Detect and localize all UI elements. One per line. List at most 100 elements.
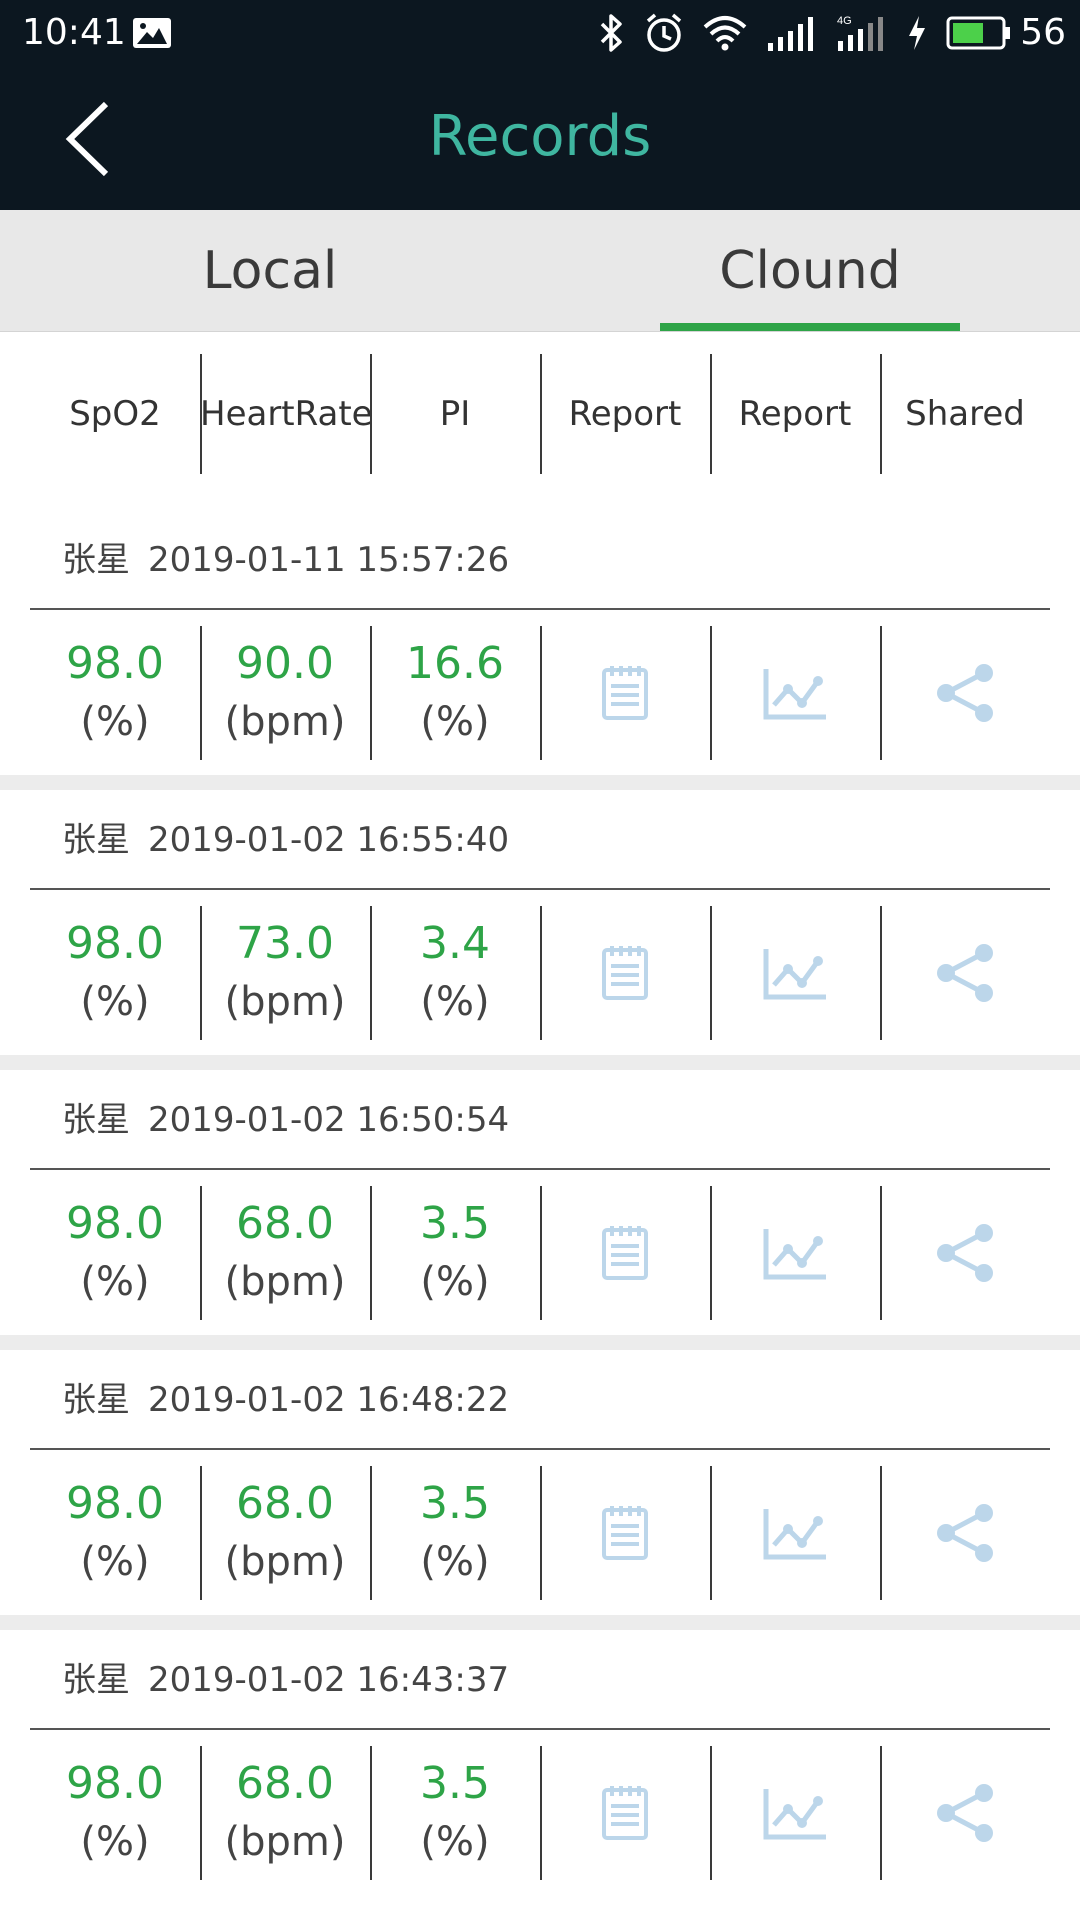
pi-value: 16.6 bbox=[406, 638, 504, 689]
tab-local-label: Local bbox=[202, 241, 338, 301]
pi-unit: (%) bbox=[420, 1819, 490, 1865]
report-icon bbox=[602, 1226, 648, 1280]
pi-cell: 3.5 (%) bbox=[370, 1746, 540, 1880]
record-datetime: 2019-01-02 16:50:54 bbox=[148, 1100, 510, 1140]
spo2-unit: (%) bbox=[80, 1539, 150, 1585]
chart-button[interactable] bbox=[710, 1746, 880, 1880]
heartrate-unit: (bpm) bbox=[224, 979, 346, 1025]
column-header-row: SpO2 HeartRate PI Report Report Shared bbox=[30, 354, 1050, 474]
report-button[interactable] bbox=[540, 626, 710, 760]
record-name: 张星 bbox=[62, 540, 130, 580]
chart-icon bbox=[763, 1509, 826, 1560]
report-icon bbox=[602, 666, 648, 720]
spo2-cell: 98.0 (%) bbox=[30, 1466, 200, 1600]
alarm-icon bbox=[647, 13, 682, 52]
pi-unit: (%) bbox=[420, 1539, 490, 1585]
spo2-unit: (%) bbox=[80, 699, 150, 745]
share-button[interactable] bbox=[880, 626, 1050, 760]
report-button[interactable] bbox=[540, 1466, 710, 1600]
column-header-report-chart: Report bbox=[710, 354, 880, 474]
spo2-cell: 98.0 (%) bbox=[30, 1186, 200, 1320]
heartrate-unit: (bpm) bbox=[224, 699, 346, 745]
records-list: 张星 2019-01-11 15:57:26 98.0 (%) 90.0 (bpm) … bbox=[0, 490, 1080, 1880]
page-title: Records bbox=[428, 104, 652, 169]
record-divider bbox=[30, 608, 1050, 610]
record-values: 98.0 (%) 90.0 (bpm) 16.6 (%) bbox=[30, 626, 1050, 760]
record-datetime: 2019-01-02 16:43:37 bbox=[148, 1660, 510, 1700]
pi-value: 3.4 bbox=[420, 918, 490, 969]
spo2-unit: (%) bbox=[80, 1259, 150, 1305]
report-icon bbox=[602, 1786, 648, 1840]
heartrate-cell: 68.0 (bpm) bbox=[200, 1186, 370, 1320]
svg-text:4G: 4G bbox=[837, 15, 852, 27]
heartrate-unit: (bpm) bbox=[224, 1539, 346, 1585]
heartrate-value: 68.0 bbox=[236, 1758, 334, 1809]
record-card: 张星 2019-01-02 16:43:37 98.0 (%) 68.0 (bpm) … bbox=[0, 1610, 1080, 1880]
share-button[interactable] bbox=[880, 1186, 1050, 1320]
pi-value: 3.5 bbox=[420, 1758, 490, 1809]
record-datetime: 2019-01-02 16:48:22 bbox=[148, 1380, 510, 1420]
charging-icon bbox=[909, 16, 926, 50]
record-name: 张星 bbox=[62, 820, 130, 860]
record-name: 张星 bbox=[62, 1660, 130, 1700]
heartrate-unit: (bpm) bbox=[224, 1819, 346, 1865]
spo2-value: 98.0 bbox=[66, 1198, 164, 1249]
record-values: 98.0 (%) 68.0 (bpm) 3.5 (%) bbox=[30, 1186, 1050, 1320]
battery-icon bbox=[946, 16, 1011, 50]
wifi-icon bbox=[703, 16, 747, 51]
active-tab-indicator bbox=[660, 323, 960, 331]
record-card: 张星 2019-01-02 16:48:22 98.0 (%) 68.0 (bpm) … bbox=[0, 1330, 1080, 1600]
pi-cell: 3.5 (%) bbox=[370, 1466, 540, 1600]
share-button[interactable] bbox=[880, 1466, 1050, 1600]
spo2-unit: (%) bbox=[80, 1819, 150, 1865]
4g-signal-icon: 4G bbox=[837, 15, 884, 51]
report-button[interactable] bbox=[540, 906, 710, 1040]
heartrate-value: 90.0 bbox=[236, 638, 334, 689]
record-datetime: 2019-01-11 15:57:26 bbox=[148, 540, 510, 580]
tab-cloud[interactable]: Clound bbox=[540, 210, 1080, 331]
record-name: 张星 bbox=[62, 1100, 130, 1140]
signal-icon bbox=[768, 17, 814, 51]
record-separator bbox=[0, 1335, 1080, 1350]
report-button[interactable] bbox=[540, 1746, 710, 1880]
tab-cloud-label: Clound bbox=[719, 241, 901, 301]
report-button[interactable] bbox=[540, 1186, 710, 1320]
chart-button[interactable] bbox=[710, 1466, 880, 1600]
share-icon bbox=[937, 1224, 993, 1282]
column-header-pi: PI bbox=[370, 354, 540, 474]
column-header-spo2: SpO2 bbox=[69, 394, 161, 434]
spo2-value: 98.0 bbox=[66, 1758, 164, 1809]
record-card: 张星 2019-01-11 15:57:26 98.0 (%) 90.0 (bpm) … bbox=[0, 490, 1080, 760]
share-icon bbox=[937, 1784, 993, 1842]
record-divider bbox=[30, 1168, 1050, 1170]
record-separator bbox=[0, 1055, 1080, 1070]
record-divider bbox=[30, 1728, 1050, 1730]
tab-local[interactable]: Local bbox=[0, 210, 540, 331]
chart-icon bbox=[763, 669, 826, 720]
chart-button[interactable] bbox=[710, 906, 880, 1040]
record-values: 98.0 (%) 68.0 (bpm) 3.5 (%) bbox=[30, 1466, 1050, 1600]
share-icon bbox=[937, 944, 993, 1002]
status-bar: 10:41 4G 56 bbox=[0, 0, 1080, 66]
record-name: 张星 bbox=[62, 1380, 130, 1420]
column-header-shared: Shared bbox=[880, 354, 1050, 474]
share-button[interactable] bbox=[880, 1746, 1050, 1880]
share-button[interactable] bbox=[880, 906, 1050, 1040]
spo2-cell: 98.0 (%) bbox=[30, 906, 200, 1040]
pi-value: 3.5 bbox=[420, 1198, 490, 1249]
heartrate-cell: 73.0 (bpm) bbox=[200, 906, 370, 1040]
share-icon bbox=[937, 664, 993, 722]
record-separator bbox=[0, 775, 1080, 790]
column-header-report: Report bbox=[540, 354, 710, 474]
heartrate-value: 73.0 bbox=[236, 918, 334, 969]
chart-button[interactable] bbox=[710, 626, 880, 760]
heartrate-cell: 68.0 (bpm) bbox=[200, 1466, 370, 1600]
record-separator bbox=[0, 1615, 1080, 1630]
record-datetime: 2019-01-02 16:55:40 bbox=[148, 820, 510, 860]
heartrate-unit: (bpm) bbox=[224, 1259, 346, 1305]
chart-icon bbox=[763, 949, 826, 1000]
chart-button[interactable] bbox=[710, 1186, 880, 1320]
pi-value: 3.5 bbox=[420, 1478, 490, 1529]
report-icon bbox=[602, 1506, 648, 1560]
share-icon bbox=[937, 1504, 993, 1562]
